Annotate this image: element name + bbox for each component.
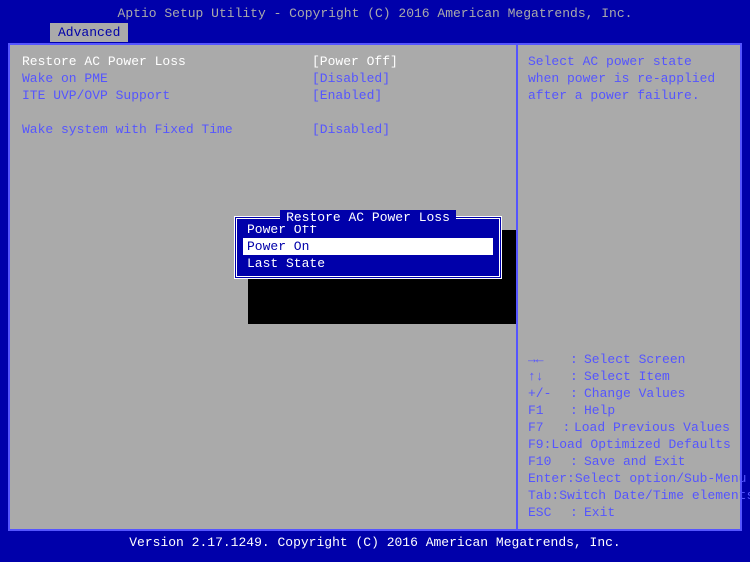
tab-advanced[interactable]: Advanced [50, 23, 128, 42]
key-hint: F9:Load Optimized Defaults [528, 436, 730, 453]
key-hint: F10:Save and Exit [528, 453, 730, 470]
setting-label: Wake system with Fixed Time [22, 121, 312, 138]
setting-label: ITE UVP/OVP Support [22, 87, 312, 104]
setting-row[interactable]: Wake system with Fixed Time[Disabled] [22, 121, 504, 138]
popup-title: Restore AC Power Loss [237, 210, 499, 225]
setting-row[interactable]: Restore AC Power Loss[Power Off] [22, 53, 504, 70]
keys-section: →←:Select Screen↑↓:Select Item+/-:Change… [528, 351, 730, 521]
popup-option[interactable]: Last State [243, 255, 493, 272]
popup: Restore AC Power Loss Power OffPower OnL… [234, 216, 524, 279]
setting-label: Wake on PME [22, 70, 312, 87]
key-hint: F7:Load Previous Values [528, 419, 730, 436]
popup-box[interactable]: Restore AC Power Loss Power OffPower OnL… [234, 216, 502, 279]
key-hint: →←:Select Screen [528, 351, 730, 368]
footer: Version 2.17.1249. Copyright (C) 2016 Am… [0, 531, 750, 554]
setting-value: [Enabled] [312, 87, 382, 104]
help-text: Select AC power state when power is re-a… [528, 53, 730, 104]
setting-value: [Disabled] [312, 121, 390, 138]
key-hint: ESC:Exit [528, 504, 730, 521]
key-hint: Enter:Select option/Sub-Menu [528, 470, 730, 487]
setting-row[interactable]: Wake on PME[Disabled] [22, 70, 504, 87]
help-panel: Select AC power state when power is re-a… [518, 45, 740, 529]
setting-row[interactable]: ITE UVP/OVP Support[Enabled] [22, 87, 504, 104]
key-hint: +/-:Change Values [528, 385, 730, 402]
key-hint: F1:Help [528, 402, 730, 419]
key-hint: ↑↓:Select Item [528, 368, 730, 385]
popup-option[interactable]: Power On [243, 238, 493, 255]
setting-value: [Disabled] [312, 70, 390, 87]
title-bar: Aptio Setup Utility - Copyright (C) 2016… [0, 0, 750, 23]
tab-row: Advanced [0, 23, 750, 43]
setting-label: Restore AC Power Loss [22, 53, 312, 70]
setting-value: [Power Off] [312, 53, 398, 70]
key-hint: Tab:Switch Date/Time elements [528, 487, 730, 504]
